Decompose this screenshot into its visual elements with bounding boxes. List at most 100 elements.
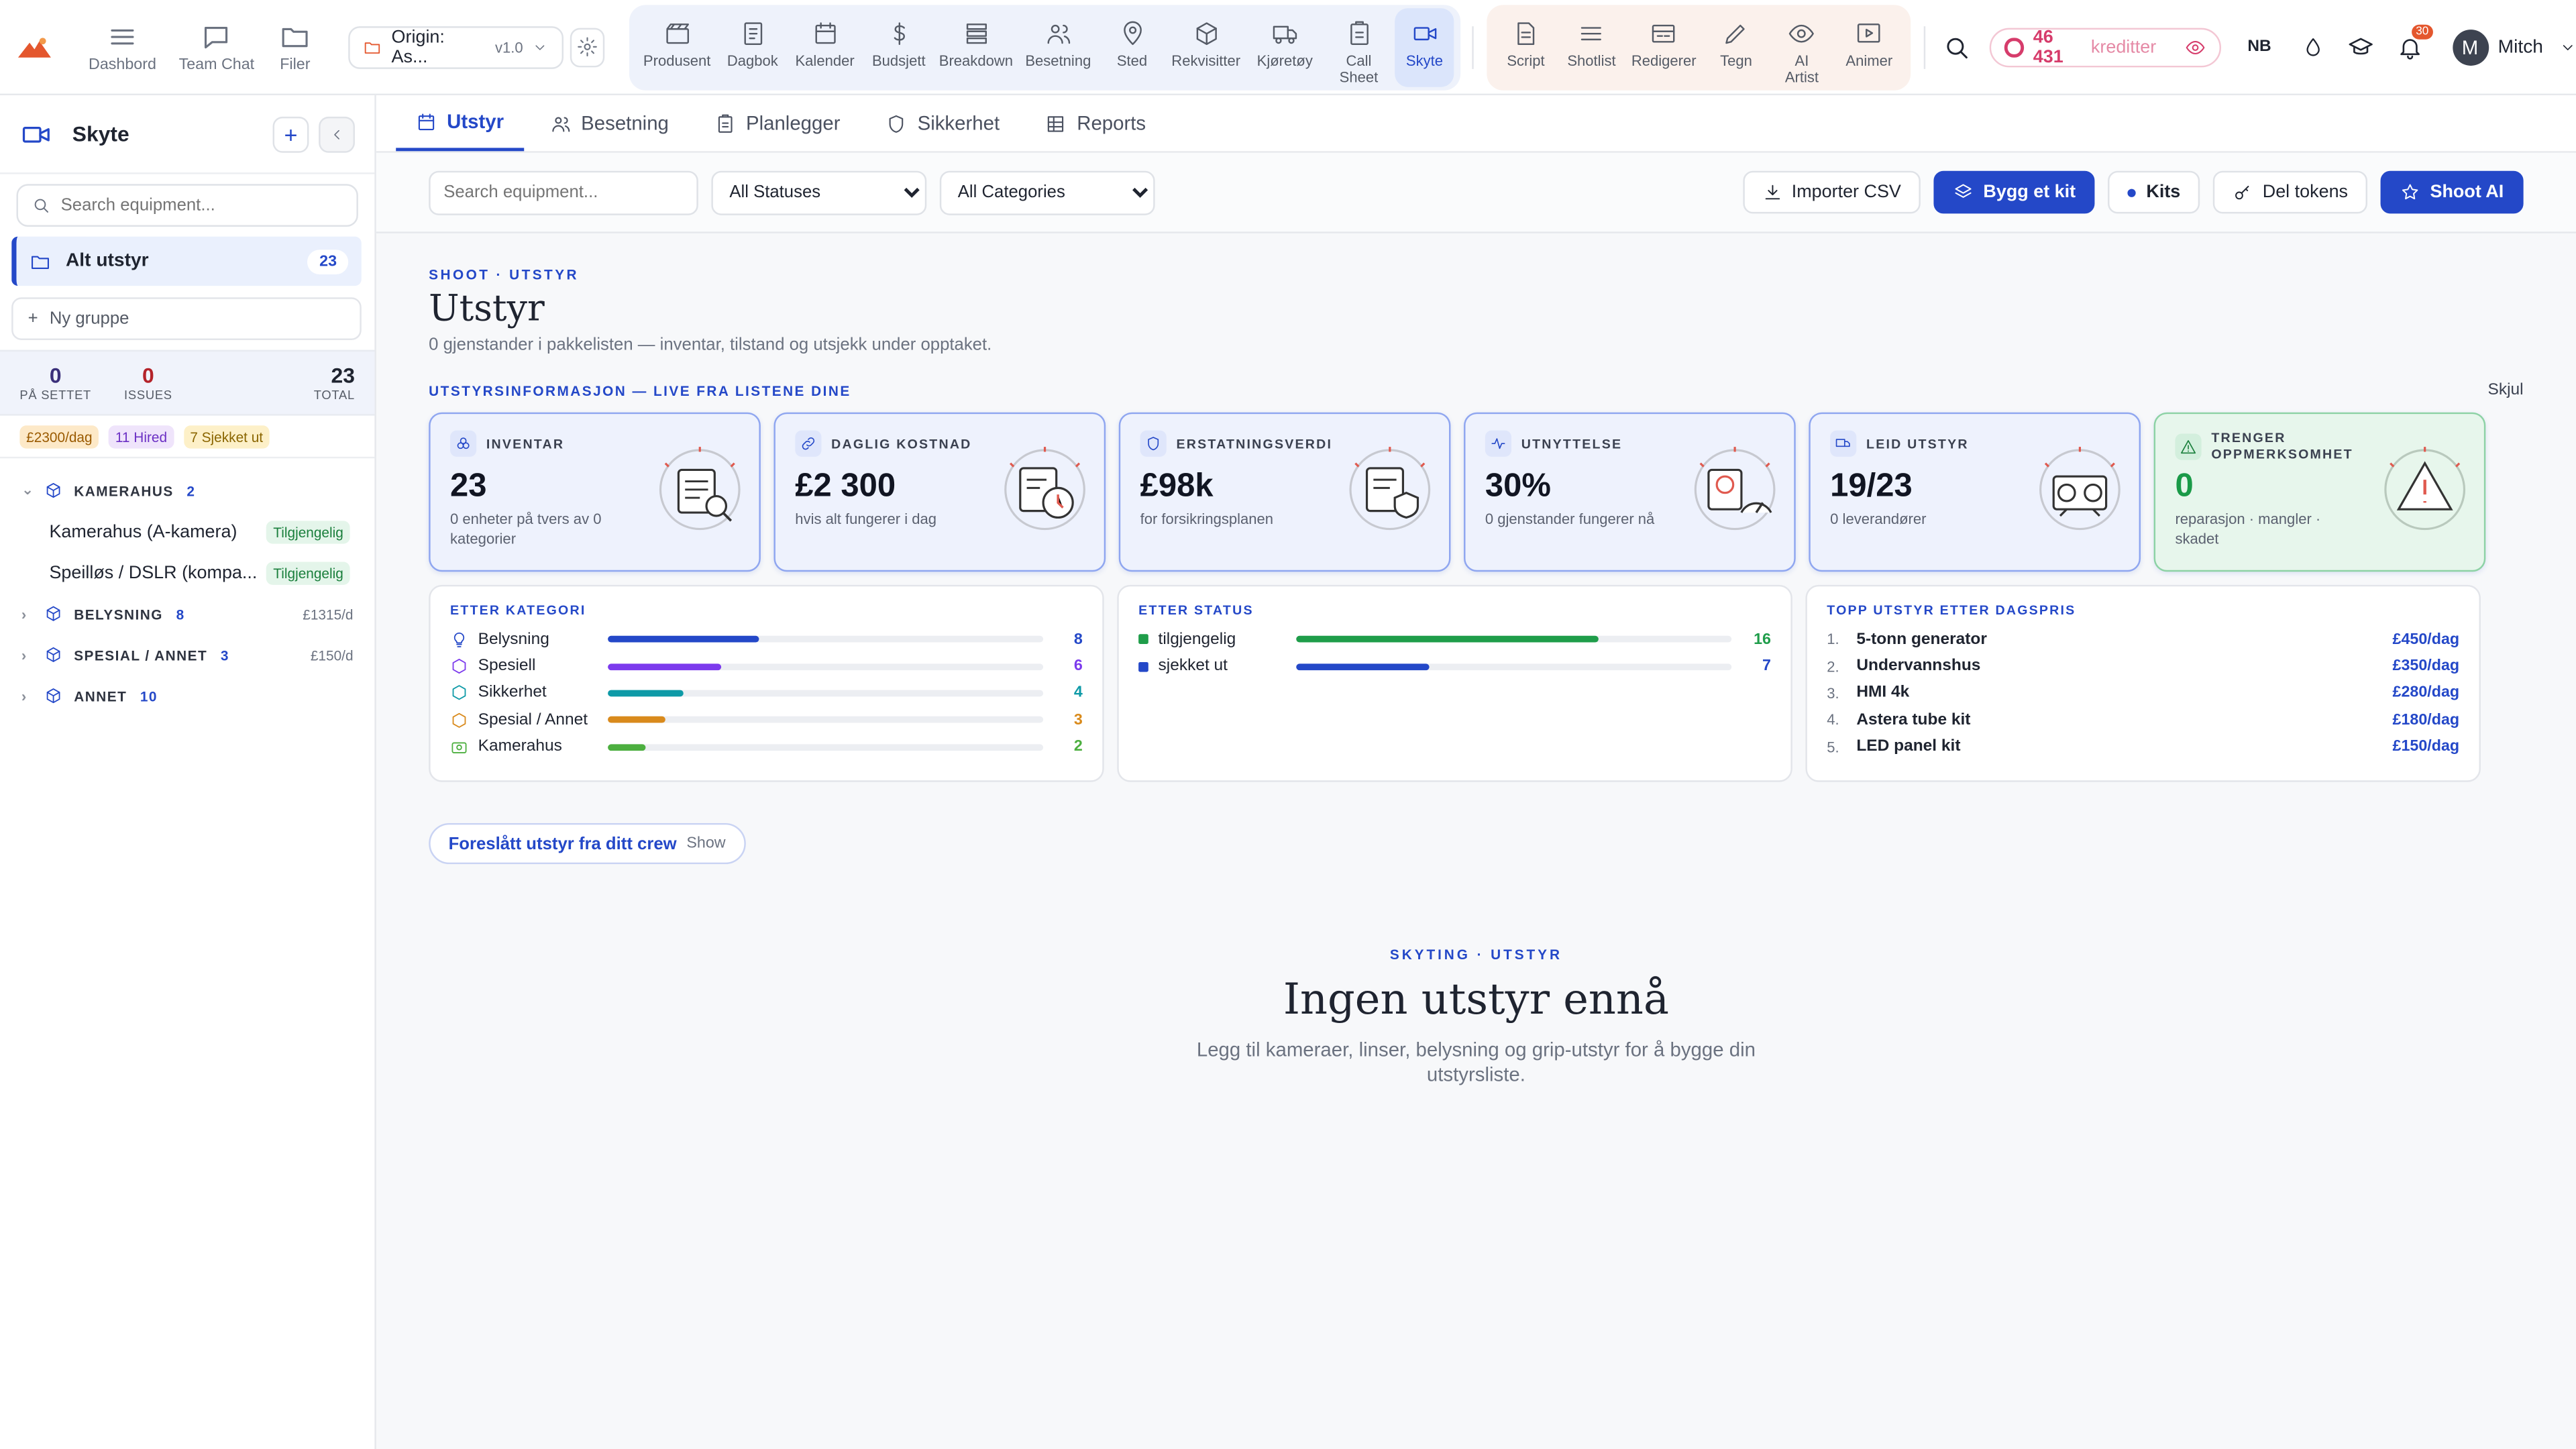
tool-kalender-label: Kalender: [795, 52, 855, 68]
gear-icon: [577, 37, 597, 57]
add-group-button[interactable]: +: [272, 115, 309, 152]
tool-redigerer[interactable]: Redigerer: [1624, 7, 1703, 87]
nav-files[interactable]: Filer: [258, 6, 333, 88]
layers-icon: [1955, 184, 1972, 198]
category-row[interactable]: Sikkerhet 4: [450, 680, 1083, 706]
card-replacement-value[interactable]: ERSTATNINGSVERDI £98k for forsikringspla…: [1118, 412, 1451, 572]
top-price-row[interactable]: 4. Astera tube kit £180/dag: [1827, 706, 2459, 733]
sidebar-item-all-equipment[interactable]: Alt utstyr 23: [11, 236, 362, 286]
kits-label: Kits: [2146, 182, 2181, 203]
shoot-ai-button[interactable]: Shoot AI: [2381, 170, 2524, 214]
list-item[interactable]: Speilløs / DSLR (kompa... Tilgjengelig: [0, 552, 374, 593]
user-menu[interactable]: M Mitch: [2452, 28, 2576, 65]
tool-shotlist[interactable]: Shotlist: [1559, 7, 1625, 87]
category-row[interactable]: Kamerahus 2: [450, 734, 1083, 761]
card-daily-cost[interactable]: DAGLIG KOSTNAD £2 300 hvis alt fungerer …: [773, 412, 1106, 572]
import-csv-button[interactable]: Importer CSV: [1742, 170, 1921, 214]
category-filter-select[interactable]: All Categories: [939, 170, 1155, 215]
card-desc: reparasjon · mangler · skadet: [2175, 511, 2321, 547]
equipment-name: LED panel kit: [1856, 738, 1961, 757]
stat-total: 23 TOTAL: [314, 362, 355, 402]
tool-besetning[interactable]: Besetning: [1017, 7, 1099, 87]
card-rented-equipment[interactable]: LEID UTSTYR 19/23 0 leverandører: [1809, 412, 2141, 572]
top-price-row[interactable]: 3. HMI 4k £280/dag: [1827, 680, 2459, 706]
tool-script[interactable]: Script: [1493, 7, 1559, 87]
top-price-row[interactable]: 5. LED panel kit £150/dag: [1827, 734, 2459, 761]
project-settings-button[interactable]: [570, 27, 604, 67]
status-count: 7: [1762, 657, 1772, 676]
status-row[interactable]: sjekket ut 7: [1138, 653, 1771, 680]
activity-icon: [1485, 430, 1512, 457]
tab-reports[interactable]: Reports: [1026, 95, 1165, 151]
tool-tegn[interactable]: Tegn: [1703, 7, 1769, 87]
collapse-sidebar-button[interactable]: [319, 115, 355, 152]
language-switch[interactable]: NB: [2247, 38, 2271, 56]
daily-cost-illustration-icon: [1004, 447, 1085, 531]
group-belysning[interactable]: › BELYSNING 8 £1315/d: [0, 593, 374, 634]
global-search-button[interactable]: [1943, 32, 1977, 62]
tool-budsjett-label: Budsjett: [871, 52, 926, 68]
category-row[interactable]: Spesiell 6: [450, 653, 1083, 680]
warning-icon: [2175, 433, 2202, 460]
kits-button[interactable]: Kits: [2108, 170, 2200, 214]
tool-budsjett[interactable]: Budsjett: [863, 7, 935, 87]
status-dot-icon: [1138, 661, 1148, 672]
tool-sted[interactable]: Sted: [1099, 7, 1165, 87]
new-group-button[interactable]: + Ny gruppe: [11, 297, 362, 340]
group-spesial-annet[interactable]: › SPESIAL / ANNET 3 £150/d: [0, 634, 374, 675]
group-kamerahus[interactable]: ⌄ KAMERAHUS 2: [0, 470, 374, 511]
tab-utstyr[interactable]: Utstyr: [396, 95, 524, 152]
tab-sikkerhet[interactable]: Sikkerhet: [867, 95, 1020, 151]
tool-kjoretoy[interactable]: Kjøretøy: [1247, 7, 1323, 87]
credits-badge[interactable]: 46 431 kreditter: [1990, 27, 2222, 67]
category-label: Belysning: [478, 630, 549, 649]
status-bar-fill: [1296, 663, 1429, 670]
tool-call-sheet[interactable]: Call Sheet: [1323, 7, 1395, 87]
group-annet[interactable]: › ANNET 10: [0, 676, 374, 716]
card-needs-attention[interactable]: TRENGER OPPMERKSOMHET 0 reparasjon · man…: [2153, 412, 2486, 572]
list-item[interactable]: Kamerahus (A-kamera) Tilgjengelig: [0, 511, 374, 552]
page-eyebrow: SHOOT · UTSTYR: [429, 266, 579, 283]
build-kit-button[interactable]: Bygg et kit: [1933, 170, 2096, 214]
tool-ai-artist[interactable]: AI Artist: [1769, 7, 1835, 87]
card-inventory[interactable]: INVENTAR 23 0 enheter på tvers av 0 kate…: [429, 412, 761, 572]
nav-team-chat[interactable]: Team Chat: [176, 6, 258, 88]
top-price-row[interactable]: 1. 5-tonn generator £450/dag: [1827, 626, 2459, 653]
tool-dagbok[interactable]: Dagbok: [718, 7, 787, 87]
tool-produsent-label: Produsent: [643, 52, 711, 68]
category-row[interactable]: Belysning 8: [450, 626, 1083, 653]
stat-on-set-value: 0: [49, 362, 62, 387]
status-filter-select[interactable]: All Statuses: [711, 170, 927, 215]
tool-skyte[interactable]: Skyte: [1395, 7, 1454, 87]
share-tokens-button[interactable]: Del tokens: [2213, 170, 2368, 214]
group-name: KAMERAHUS: [74, 482, 174, 499]
category-row[interactable]: Spesial / Annet 3: [450, 706, 1083, 733]
tab-planlegger[interactable]: Planlegger: [695, 95, 860, 151]
app-logo[interactable]: [0, 36, 69, 58]
utilization-illustration-icon: [1694, 447, 1776, 531]
drop-button[interactable]: [2301, 36, 2324, 58]
project-selector[interactable]: Origin: As... v1.0: [348, 25, 564, 68]
card-utilization[interactable]: UTNYTTELSE 30% 0 gjenstander fungerer nå: [1464, 412, 1796, 572]
nav-dashboard[interactable]: Dashbord: [69, 6, 176, 88]
suggested-equipment-show[interactable]: Show: [686, 835, 725, 853]
tool-kalender[interactable]: Kalender: [787, 7, 863, 87]
top-price-row[interactable]: 2. Undervannshus £350/dag: [1827, 653, 2459, 680]
tool-produsent[interactable]: Produsent: [636, 7, 718, 87]
suggested-equipment-pill[interactable]: Foreslått utstyr fra ditt crew Show: [429, 822, 745, 865]
sidebar-search-input[interactable]: [60, 195, 340, 215]
tab-besetning[interactable]: Besetning: [530, 95, 688, 151]
category-bar-fill: [608, 663, 722, 670]
learn-button[interactable]: [2347, 34, 2373, 60]
tool-breakdown[interactable]: Breakdown: [935, 7, 1017, 87]
stat-total-value: 23: [331, 362, 355, 387]
tool-tegn-label: Tegn: [1720, 52, 1752, 68]
hide-info-button[interactable]: Skjul: [2488, 381, 2524, 399]
status-row[interactable]: tilgjengelig 16: [1138, 626, 1771, 653]
notifications-button[interactable]: 30: [2396, 23, 2434, 60]
equipment-search-input[interactable]: [429, 170, 698, 215]
tool-animer[interactable]: Animer: [1835, 7, 1904, 87]
tool-rekvisitter[interactable]: Rekvisitter: [1165, 7, 1247, 87]
tool-shotlist-label: Shotlist: [1567, 52, 1616, 68]
layers-icon: [965, 22, 986, 44]
